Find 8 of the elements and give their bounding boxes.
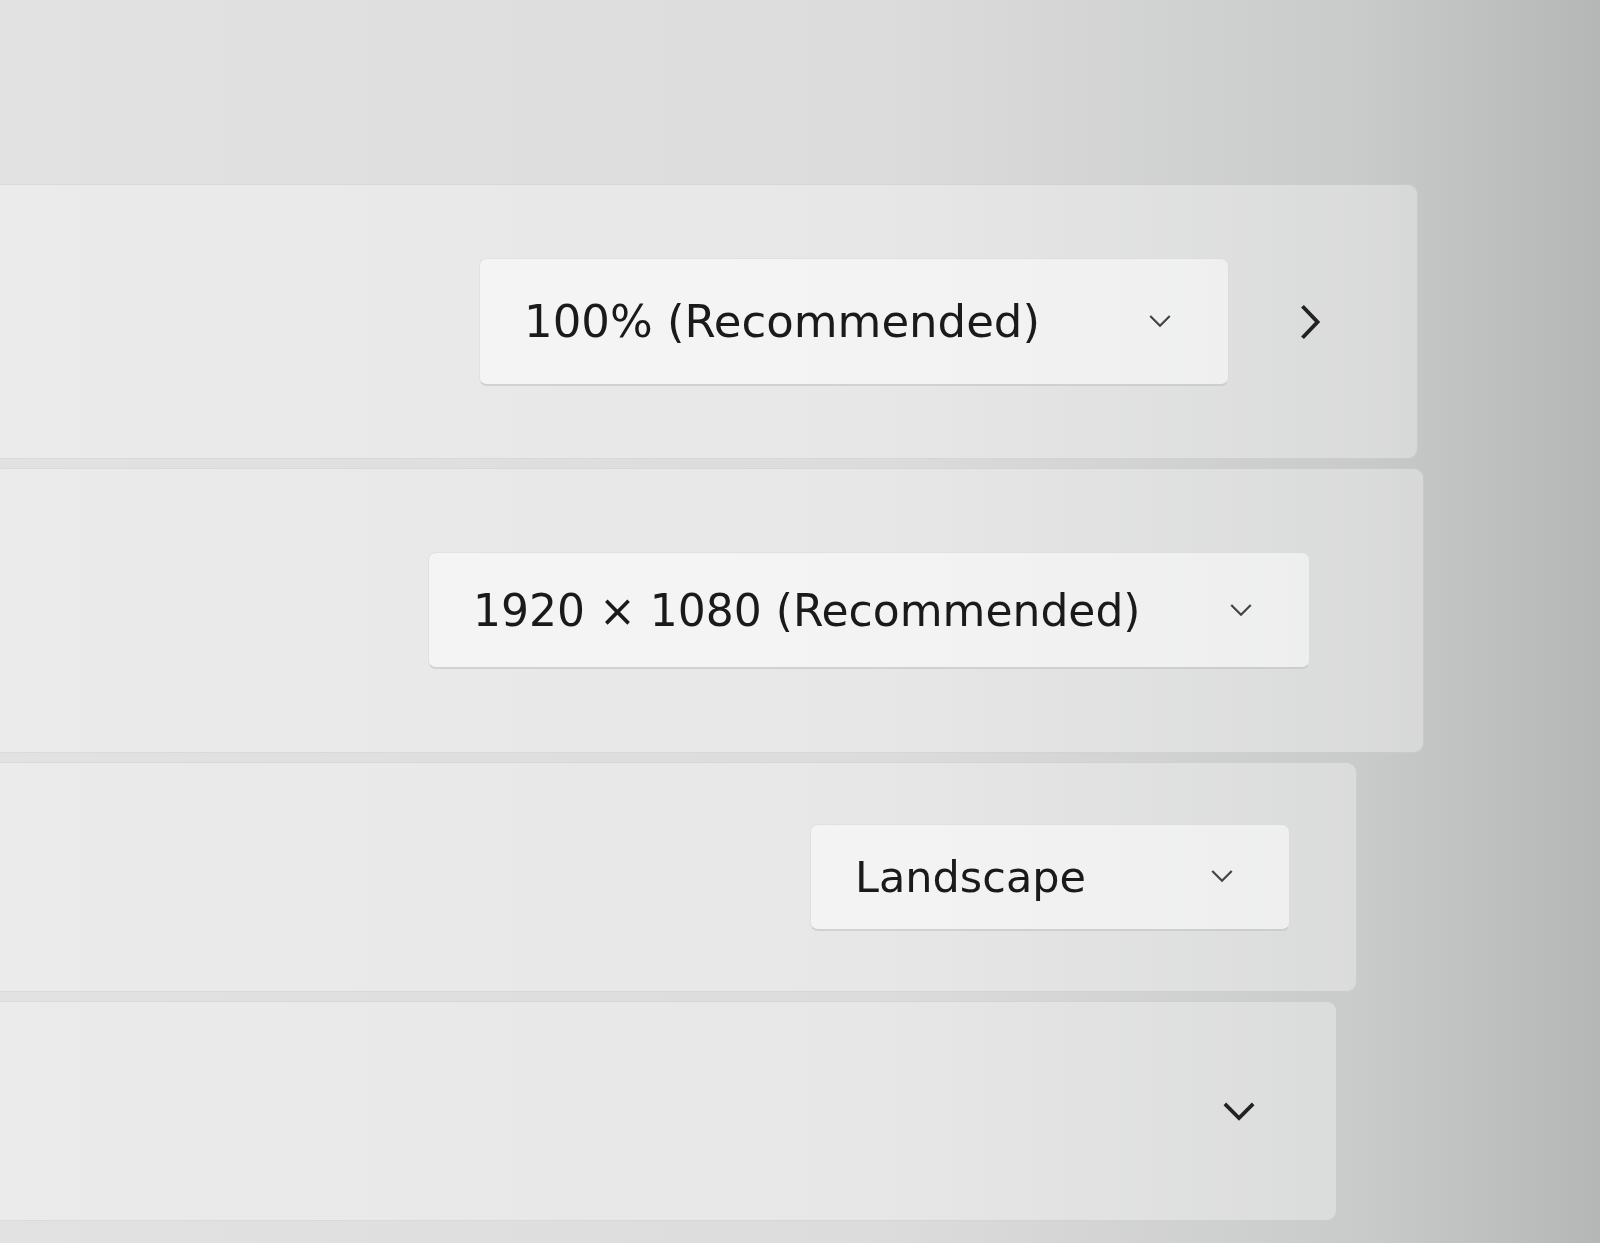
chevron-down-icon <box>1149 314 1171 328</box>
dropdown[interactable]: Landscape <box>810 823 1290 931</box>
chevron-down-icon <box>1211 870 1233 883</box>
dropdown[interactable]: 100% (Recommended) <box>479 257 1229 386</box>
chevron-right-icon[interactable] <box>1299 303 1321 340</box>
chevron-down-icon[interactable] <box>1222 1101 1256 1121</box>
chevron-down-icon <box>1230 603 1252 617</box>
dropdown[interactable]: 1920 × 1080 (Recommended) <box>428 552 1310 669</box>
